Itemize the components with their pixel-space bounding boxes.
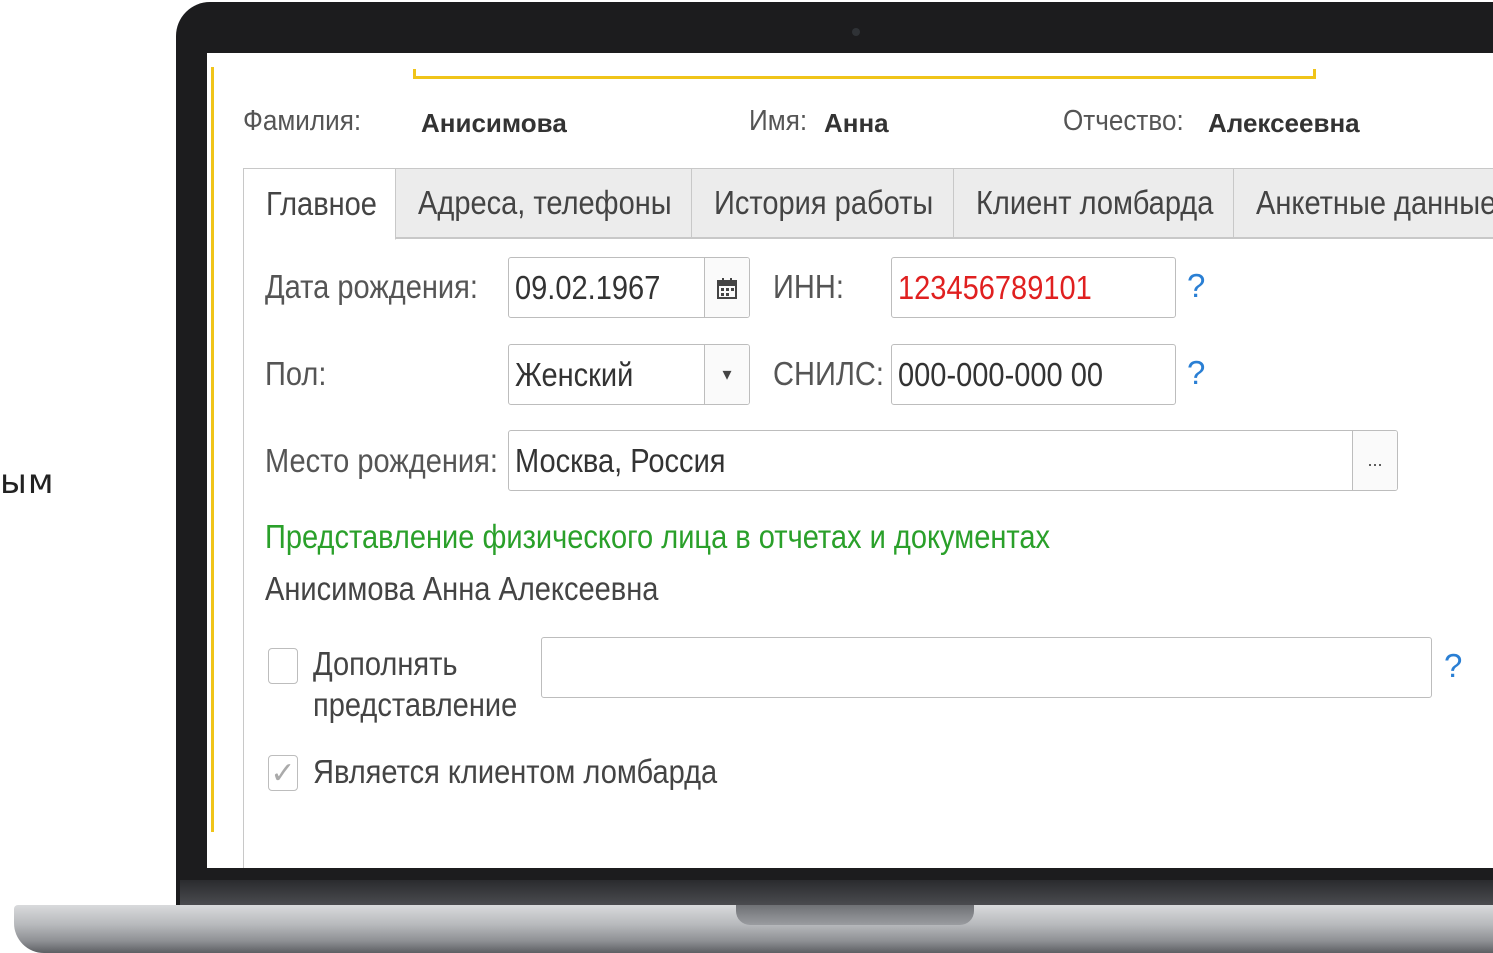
tab-bar: Главное Адреса, телефоны История работы … (243, 168, 1493, 240)
chevron-down-icon[interactable]: ▾ (704, 345, 749, 404)
patronymic-label: Отчество: (1063, 105, 1184, 137)
tab-panel-border (396, 238, 1493, 239)
birth-date-label: Дата рождения: (265, 268, 478, 305)
name-label: Имя: (749, 105, 808, 137)
birth-place-label: Место рождения: (265, 442, 498, 479)
supplement-label-line2: представление (313, 686, 518, 723)
tab-addresses[interactable]: Адреса, телефоны (396, 168, 692, 238)
snils-field[interactable]: 000-000-000 00 (891, 344, 1176, 405)
tab-pawn-client[interactable]: Клиент ломбарда (954, 168, 1234, 238)
supplement-field[interactable] (541, 637, 1432, 698)
inn-help-icon[interactable]: ? (1187, 267, 1205, 305)
gender-select[interactable]: Женский ▾ (508, 344, 750, 405)
snils-label: СНИЛС: (773, 355, 884, 392)
inn-field[interactable]: 123456789101 (891, 257, 1176, 318)
app-screen: Фамилия: Анисимова Имя: Анна Отчество: А… (207, 53, 1493, 868)
snils-help-icon[interactable]: ? (1187, 354, 1205, 392)
surname-value: Анисимова (421, 108, 567, 138)
laptop-hinge (180, 880, 1493, 905)
pawn-client-checkbox[interactable]: ✓ (268, 755, 298, 791)
presentation-value: Анисимова Анна Алексеевна (265, 570, 659, 607)
laptop-notch (736, 905, 974, 925)
tab-panel-left-border (243, 238, 244, 868)
accent-bar (211, 67, 214, 832)
name-value: Анна (824, 108, 889, 138)
supplement-checkbox[interactable] (268, 648, 298, 684)
camera-icon (852, 28, 860, 36)
surname-label: Фамилия: (243, 105, 362, 137)
supplement-label-line1: Дополнять (313, 645, 458, 682)
inn-label: ИНН: (773, 268, 844, 305)
tab-work-history[interactable]: История работы (692, 168, 954, 238)
pawn-client-label: Является клиентом ломбарда (313, 753, 718, 790)
tab-main[interactable]: Главное (243, 168, 396, 240)
patronymic-value: Алексеевна (1208, 108, 1360, 138)
presentation-heading: Представление физического лица в отчетах… (265, 518, 1051, 555)
gender-label: Пол: (265, 355, 327, 392)
supplement-help-icon[interactable]: ? (1444, 647, 1462, 685)
side-text-fragment: ым (0, 462, 55, 502)
birth-place-field[interactable]: Москва, Россия ... (508, 430, 1398, 491)
accent-bracket (413, 69, 1316, 79)
select-button[interactable]: ... (1352, 431, 1397, 490)
calendar-icon[interactable] (704, 258, 749, 317)
birth-date-field[interactable]: 09.02.1967 (508, 257, 750, 318)
tab-profile-data[interactable]: Анкетные данные (1234, 168, 1493, 238)
